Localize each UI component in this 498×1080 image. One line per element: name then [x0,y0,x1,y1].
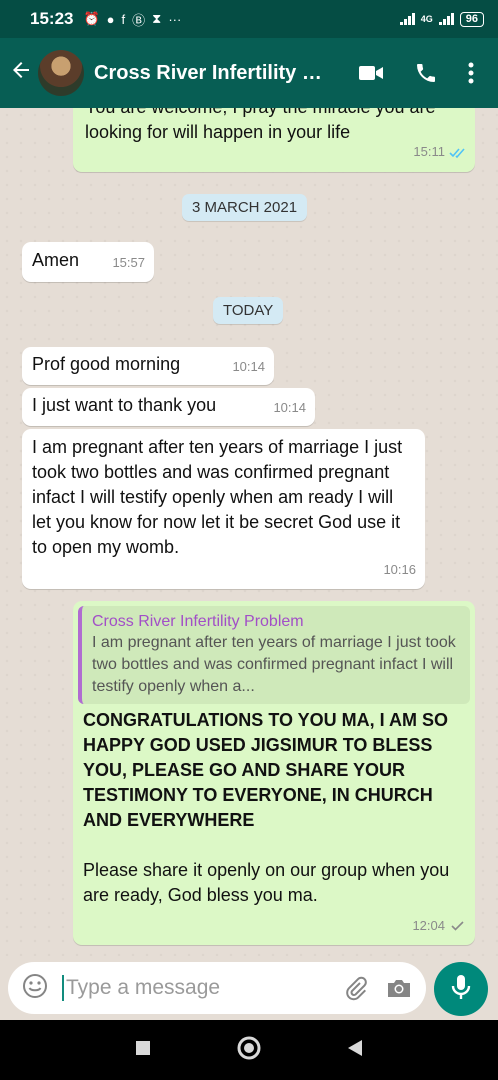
date-separator: TODAY [213,297,284,324]
message-text: You are welcome, I pray the miracle you … [85,108,436,142]
message-text: I am pregnant after ten years of marriag… [32,437,403,557]
message-text-bold: CONGRATULATIONS TO YOU MA, I AM SO HAPPY… [83,710,449,830]
message-time: 10:14 [273,400,306,415]
video-call-icon[interactable] [358,63,384,83]
message-time: 12:04 [412,918,445,933]
date-separator: 3 MARCH 2021 [182,194,308,221]
quoted-sender: Cross River Infertility Problem [92,613,304,630]
back-arrow-icon[interactable] [4,57,38,89]
message-time: 15:11 [413,144,445,159]
message-incoming[interactable]: I am pregnant after ten years of marriag… [22,429,425,589]
avatar[interactable] [38,50,84,96]
chat-header: Cross River Infertility Problem [0,38,498,108]
alarm-icon: ⏰ [83,11,100,26]
message-incoming[interactable]: Amen 15:57 [22,242,154,282]
recents-icon[interactable] [135,1040,151,1061]
phone-icon[interactable] [414,61,438,85]
network-type: 4G [420,13,433,24]
attach-icon[interactable] [342,975,368,1001]
message-text: Amen [32,250,80,270]
chat-title[interactable]: Cross River Infertility Problem [94,62,326,85]
hourglass-icon: ⧗ [152,11,162,26]
camera-icon[interactable] [386,977,412,999]
message-input-container[interactable]: Type a message [8,962,426,1014]
signal-2-icon [438,13,454,25]
compose-bar: Type a message [0,956,498,1020]
facebook-icon: f [121,11,126,27]
message-text: I just want to thank you [32,395,217,415]
back-nav-icon[interactable] [347,1039,363,1062]
mic-button[interactable] [434,962,488,1016]
message-time: 10:14 [232,359,265,374]
chat-notif-icon: ● [106,11,115,27]
more-notifs-icon: ··· [168,11,182,27]
emoji-icon[interactable] [22,973,48,1004]
message-text: Prof good morning [32,354,181,374]
message-incoming[interactable]: I just want to thank you 10:14 [22,388,315,426]
message-incoming[interactable]: Prof good morning 10:14 [22,347,274,385]
message-time: 10:16 [383,562,416,577]
message-outgoing-reply[interactable]: Cross River Infertility Problem I am pre… [73,601,475,945]
quoted-text: I am pregnant after ten years of marriag… [92,634,456,695]
message-time: 15:57 [112,255,145,270]
battery-icon: 96 [459,11,484,27]
quoted-message[interactable]: Cross River Infertility Problem I am pre… [78,606,470,704]
notification-icons: ⏰ ● f Ⓑ ⧗ ··· [83,10,181,29]
message-list[interactable]: You are welcome, I pray the miracle you … [0,108,498,956]
more-vert-icon[interactable] [468,62,474,84]
system-nav-bar [0,1020,498,1080]
message-text: Please share it openly on our group when… [83,860,450,905]
status-time: 15:23 [30,9,74,28]
message-input[interactable]: Type a message [62,975,324,1001]
mic-icon [450,973,472,1006]
home-icon[interactable] [237,1036,261,1065]
message-outgoing[interactable]: You are welcome, I pray the miracle you … [73,108,475,172]
double-check-icon [449,141,467,166]
single-check-icon [451,914,465,939]
status-bar: 15:23 ⏰ ● f Ⓑ ⧗ ··· 4G 96 [0,0,498,38]
signal-icon [399,13,415,25]
b-badge-icon: Ⓑ [132,12,146,28]
